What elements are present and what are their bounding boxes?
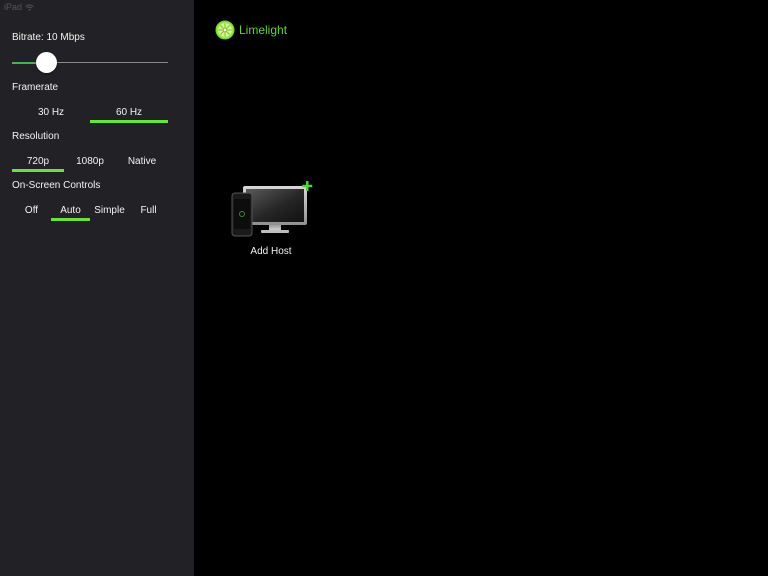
resolution-option-native[interactable]: Native: [116, 150, 168, 172]
resolution-option-label: 1080p: [76, 155, 104, 167]
bitrate-slider-track[interactable]: [46, 62, 168, 63]
device-name: iPad: [4, 2, 23, 12]
controls-option-off[interactable]: Off: [12, 199, 51, 221]
controls-option-full[interactable]: Full: [129, 199, 168, 221]
selected-indicator: [90, 120, 168, 123]
app-screen: Bitrate: 10 Mbps Framerate 30 Hz 60 Hz R…: [0, 0, 768, 576]
framerate-label: Framerate: [12, 82, 59, 93]
resolution-option-label: Native: [127, 155, 157, 167]
controls-option-auto[interactable]: Auto: [51, 199, 90, 221]
controls-option-label: Full: [140, 204, 157, 216]
framerate-option-30hz[interactable]: 30 Hz: [12, 101, 90, 123]
onscreen-controls-selector: Off Auto Simple Full: [12, 199, 168, 221]
controls-option-label: Auto: [60, 204, 81, 216]
selected-indicator: [51, 218, 90, 221]
controls-option-label: Simple: [94, 204, 125, 216]
resolution-selector: 720p 1080p Native: [12, 150, 168, 172]
monitor-with-plus-icon: [231, 181, 313, 237]
framerate-option-label: 30 Hz: [37, 106, 65, 118]
selected-indicator: [12, 169, 64, 172]
resolution-label: Resolution: [12, 131, 60, 142]
settings-sidebar: Bitrate: 10 Mbps Framerate 30 Hz 60 Hz R…: [0, 0, 194, 576]
resolution-option-720p[interactable]: 720p: [12, 150, 64, 172]
framerate-option-label: 60 Hz: [115, 106, 143, 118]
add-host-button[interactable]: Add Host: [231, 180, 313, 257]
lime-icon: [215, 20, 235, 40]
wifi-icon: [25, 3, 34, 11]
onscreen-controls-label: On-Screen Controls: [12, 180, 101, 191]
bitrate-slider-thumb[interactable]: [36, 52, 57, 73]
controls-option-label: Off: [24, 204, 39, 216]
framerate-selector: 30 Hz 60 Hz: [12, 101, 168, 123]
bitrate-label: Bitrate: 10 Mbps: [12, 32, 85, 43]
resolution-option-1080p[interactable]: 1080p: [64, 150, 116, 172]
logo-text: Limelight: [239, 23, 288, 37]
status-bar: iPad: [0, 0, 198, 14]
app-logo: Limelight: [215, 20, 287, 40]
controls-option-simple[interactable]: Simple: [90, 199, 129, 221]
add-host-label: Add Host: [250, 246, 292, 257]
framerate-option-60hz[interactable]: 60 Hz: [90, 101, 168, 123]
main-content: Limelight Add Host: [194, 0, 768, 576]
resolution-option-label: 720p: [26, 155, 50, 167]
